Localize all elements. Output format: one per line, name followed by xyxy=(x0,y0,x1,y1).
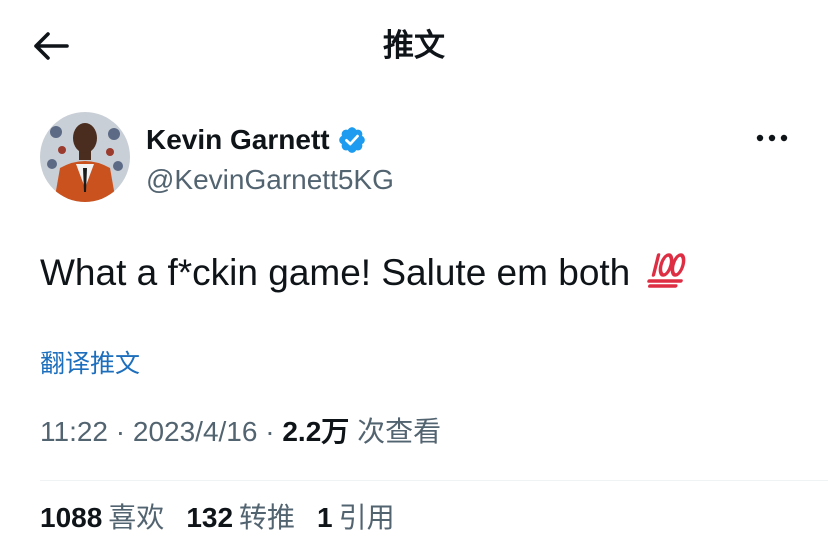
tweet-date[interactable]: 2023/4/16 xyxy=(133,416,258,447)
quotes-label: 引用 xyxy=(338,502,395,533)
top-bar: 推文 xyxy=(0,0,828,90)
views-count: 2.2万 xyxy=(282,416,350,447)
more-button[interactable] xyxy=(750,116,794,160)
meta-separator: · xyxy=(108,416,133,447)
hundred-points-emoji xyxy=(646,253,685,288)
tweet-stats: 1088 喜欢 132 转推 1 引用 xyxy=(40,498,417,538)
translate-tweet-link[interactable]: 翻译推文 xyxy=(40,346,140,382)
handle[interactable]: @KevinGarnett5KG xyxy=(146,160,394,200)
likes-label: 喜欢 xyxy=(108,502,165,533)
display-name-row: Kevin Garnett xyxy=(146,120,367,160)
display-name[interactable]: Kevin Garnett xyxy=(146,120,330,160)
retweets-label: 转推 xyxy=(239,502,296,533)
tweet-time[interactable]: 11:22 xyxy=(40,416,108,447)
quotes-stat[interactable]: 1 引用 xyxy=(317,498,395,538)
divider xyxy=(40,480,828,481)
retweets-stat[interactable]: 132 转推 xyxy=(186,498,295,538)
quotes-count: 1 xyxy=(317,502,333,533)
likes-count: 1088 xyxy=(40,502,103,533)
retweets-count: 132 xyxy=(186,502,234,533)
tweet-meta: 11:22 · 2023/4/16 · 2.2万 次查看 xyxy=(40,412,441,452)
tweet-author: Kevin Garnett @KevinGarnett5KG xyxy=(40,112,800,204)
views-label: 次查看 xyxy=(357,416,442,447)
page-title: 推文 xyxy=(383,28,445,63)
meta-separator: · xyxy=(257,416,283,447)
avatar-image xyxy=(40,112,130,202)
tweet-body: What a f*ckin game! Salute em both xyxy=(40,252,631,293)
likes-stat[interactable]: 1088 喜欢 xyxy=(40,498,164,538)
avatar[interactable] xyxy=(40,112,130,202)
more-horizontal-icon xyxy=(756,134,788,142)
tweet-text: What a f*ckin game! Salute em both xyxy=(40,248,687,298)
verified-badge-icon xyxy=(338,127,365,153)
